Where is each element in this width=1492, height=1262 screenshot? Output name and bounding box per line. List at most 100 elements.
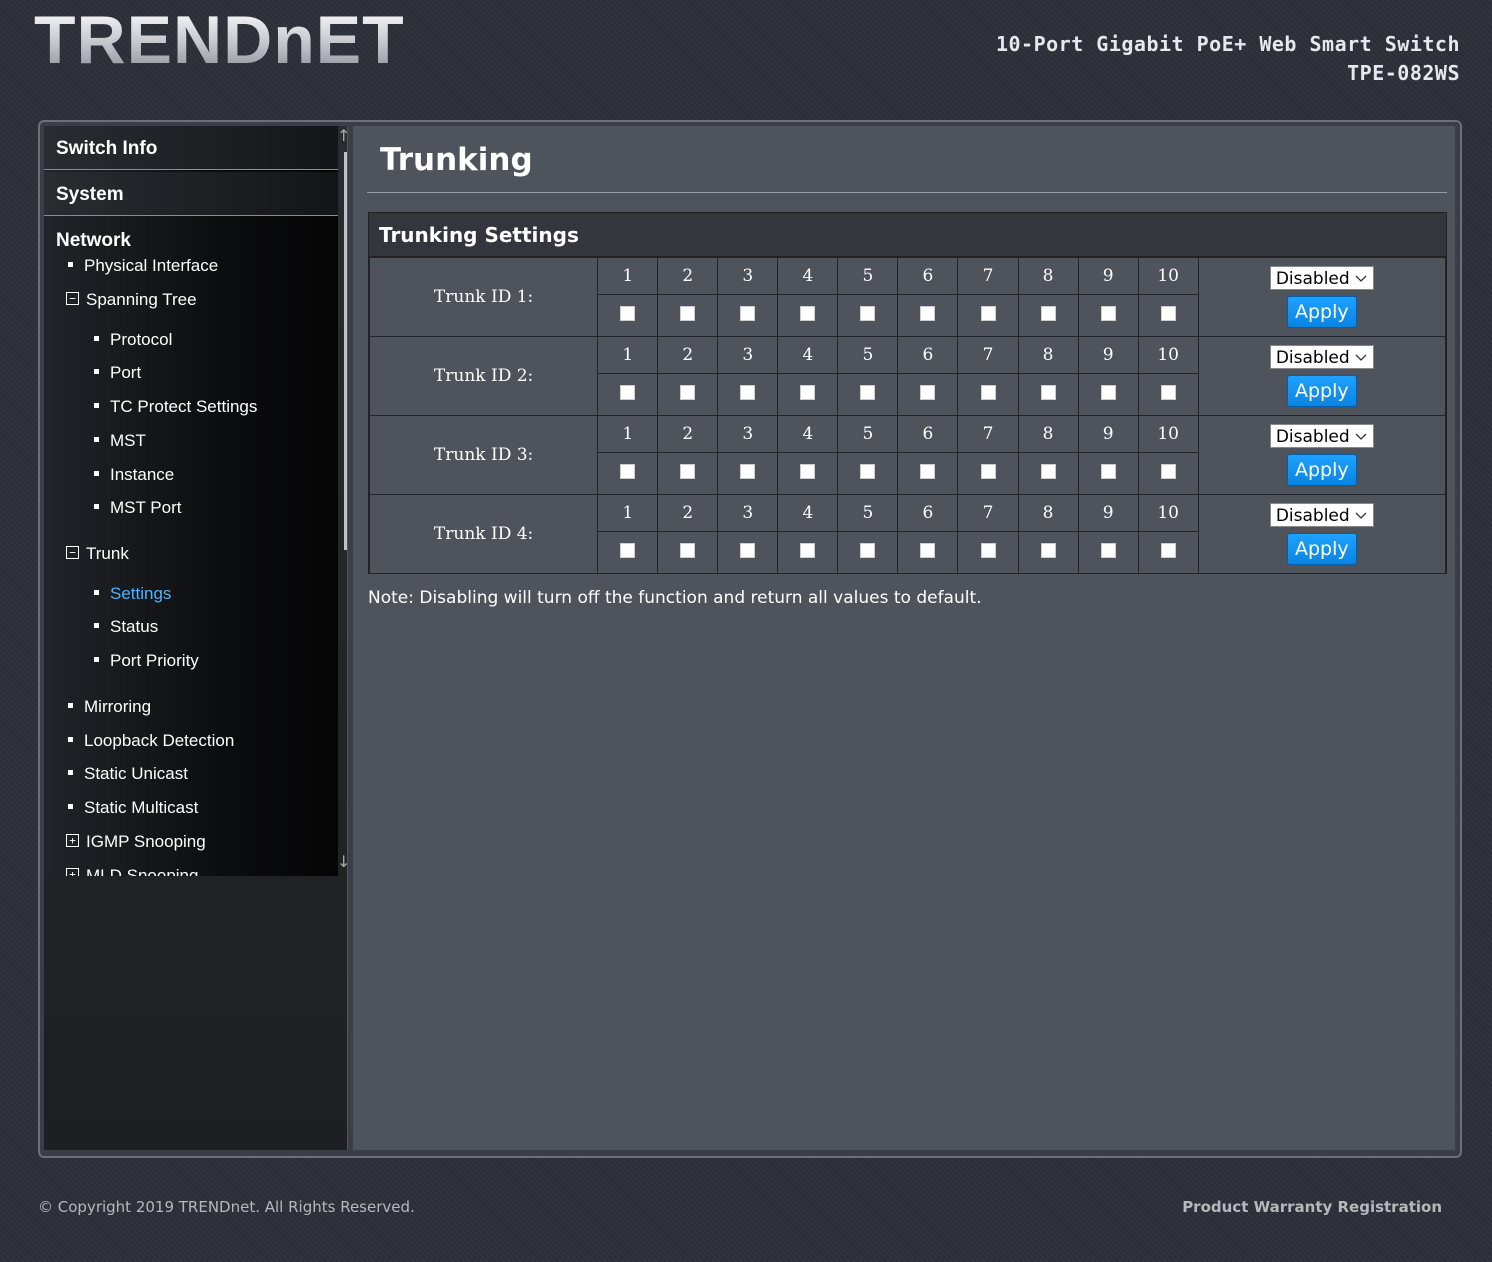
trunk-state-select[interactable]: Disabled [1269,345,1374,369]
trunk-id-label: Trunk ID 3: [368,415,599,495]
port-checkbox[interactable] [980,542,996,558]
port-checkbox[interactable] [1160,542,1176,558]
port-checkbox[interactable] [860,542,876,558]
nav-mld-snooping[interactable]: + MLD Snooping [66,866,198,876]
content-area: Trunking Trunking Settings Trunk ID 1: 1 2… [353,126,1455,1150]
port-checkbox[interactable] [680,305,696,321]
bullet-icon [68,703,73,709]
port-number-label: 5 [837,336,899,374]
port-checkbox[interactable] [1100,305,1116,321]
nav-port[interactable]: Port [94,363,141,383]
port-checkbox[interactable] [740,542,756,558]
title-divider [367,192,1447,193]
nav-instance[interactable]: Instance [94,465,174,485]
port-checkbox[interactable] [800,384,816,400]
nav-physical-interface[interactable]: Physical Interface [68,256,218,276]
port-checkbox-cell [597,372,659,417]
port-checkbox[interactable] [740,305,756,321]
port-checkbox-cell [957,451,1019,496]
apply-button[interactable]: Apply [1286,533,1357,565]
port-checkbox[interactable] [860,384,876,400]
nav-mst-port[interactable]: MST Port [94,498,181,518]
nav-menu: Switch Info System Network Physical Inte… [44,126,338,876]
trunk-state-select[interactable]: Disabled [1269,424,1374,448]
collapse-icon[interactable]: − [66,546,79,560]
bullet-icon [68,770,73,776]
nav-igmp-snooping[interactable]: + IGMP Snooping [66,832,206,852]
port-checkbox[interactable] [1040,384,1056,400]
port-checkbox[interactable] [920,384,936,400]
warranty-link[interactable]: Product Warranty Registration [1182,1198,1442,1216]
trunk-state-select[interactable]: Disabled [1269,503,1374,527]
nav-port-priority[interactable]: Port Priority [94,651,199,671]
port-checkbox[interactable] [1160,463,1176,479]
port-checkbox-cell [777,372,839,417]
trunk-row-ports: Trunk ID 2: 1 2 3 4 5 6 7 8 9 10 Disabled Apply [368,336,1447,416]
port-checkbox[interactable] [620,305,636,321]
trunk-state-value: Disabled [1275,427,1350,447]
nav-spanning-tree[interactable]: − Spanning Tree [66,290,197,310]
nav-switch-info[interactable]: Switch Info [44,126,338,170]
port-number-label: 5 [837,415,899,453]
nav-trunk[interactable]: − Trunk [66,544,129,564]
apply-button[interactable]: Apply [1286,296,1357,328]
apply-button[interactable]: Apply [1286,375,1357,407]
nav-trunk-settings[interactable]: Settings [94,584,171,604]
port-checkbox[interactable] [1040,305,1056,321]
port-checkbox[interactable] [1100,463,1116,479]
port-checkbox[interactable] [920,542,936,558]
expand-icon[interactable]: + [66,868,79,876]
trunk-state-select[interactable]: Disabled [1269,266,1374,290]
port-checkbox[interactable] [860,463,876,479]
port-number-label: 2 [657,257,719,295]
port-checkbox[interactable] [620,384,636,400]
port-checkbox[interactable] [1160,305,1176,321]
port-checkbox[interactable] [680,384,696,400]
nav-loopback-detection[interactable]: Loopback Detection [68,731,234,751]
chevron-down-icon [1355,346,1367,378]
port-checkbox[interactable] [980,305,996,321]
port-checkbox-cell [1137,530,1199,575]
collapse-icon[interactable]: − [66,292,79,306]
nav-static-multicast[interactable]: Static Multicast [68,798,198,818]
port-checkbox[interactable] [1100,542,1116,558]
port-checkbox[interactable] [1040,463,1056,479]
port-number-label: 9 [1077,257,1139,295]
port-checkbox-cell [897,451,959,496]
port-checkbox[interactable] [1160,384,1176,400]
port-checkbox[interactable] [620,463,636,479]
apply-button[interactable]: Apply [1286,454,1357,486]
copyright-text: © Copyright 2019 TRENDnet. All Rights Re… [38,1198,415,1216]
port-checkbox[interactable] [680,463,696,479]
nav-system[interactable]: System [44,172,338,216]
port-checkbox[interactable] [1100,384,1116,400]
nav-trunk-status[interactable]: Status [94,617,158,637]
trunk-state-value: Disabled [1275,506,1350,526]
port-checkbox[interactable] [860,305,876,321]
nav-scrollbar[interactable]: ↑ ↓ [337,126,350,876]
port-checkbox[interactable] [740,384,756,400]
port-checkbox[interactable] [800,542,816,558]
port-checkbox[interactable] [740,463,756,479]
port-checkbox-cell [897,293,959,338]
nav-mirroring[interactable]: Mirroring [68,697,151,717]
port-checkbox[interactable] [620,542,636,558]
port-checkbox[interactable] [680,542,696,558]
port-checkbox[interactable] [920,463,936,479]
scroll-thumb[interactable] [344,152,347,550]
nav-static-unicast[interactable]: Static Unicast [68,764,188,784]
scroll-up-arrow-icon[interactable]: ↑ [337,128,350,144]
port-checkbox-cell [597,530,659,575]
port-checkbox[interactable] [800,305,816,321]
nav-mst[interactable]: MST [94,431,146,451]
nav-tc-protect-settings[interactable]: TC Protect Settings [94,397,257,417]
port-checkbox[interactable] [920,305,936,321]
port-checkbox[interactable] [800,463,816,479]
port-number-label: 4 [777,336,839,374]
expand-icon[interactable]: + [66,834,79,848]
port-checkbox[interactable] [980,384,996,400]
nav-protocol[interactable]: Protocol [94,330,172,350]
scroll-down-arrow-icon[interactable]: ↓ [337,854,350,870]
port-checkbox[interactable] [980,463,996,479]
port-checkbox[interactable] [1040,542,1056,558]
